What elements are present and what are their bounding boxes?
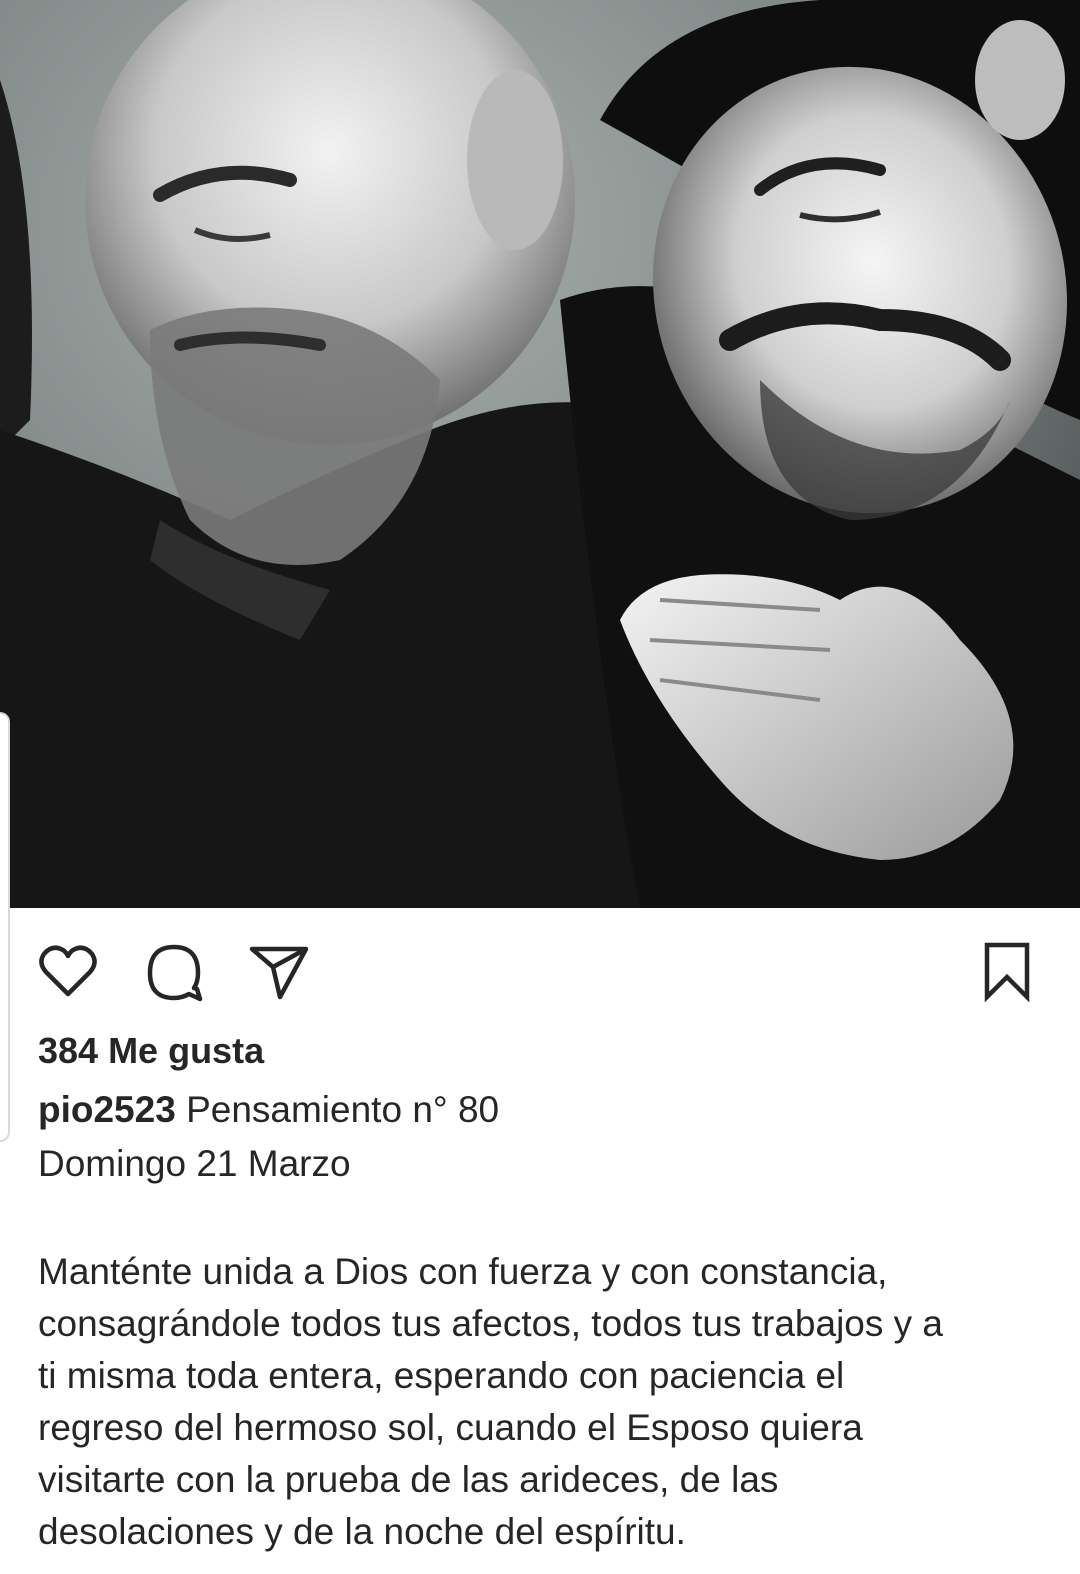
caption-line: ti misma toda entera, esperando con paci…	[38, 1355, 845, 1396]
bookmark-outline-icon	[984, 942, 1030, 1003]
caption-title: Pensamiento n° 80	[186, 1089, 500, 1130]
caption-line: desolaciones y de la noche del espíritu.	[38, 1511, 686, 1552]
share-button[interactable]	[243, 936, 313, 1006]
caption-line: regreso del hermoso sol, cuando el Espos…	[38, 1407, 863, 1448]
likes-count[interactable]: 384 Me gusta	[38, 1030, 264, 1072]
post-action-bar	[0, 908, 1080, 1028]
save-button[interactable]	[972, 936, 1042, 1006]
photo-illustration	[0, 0, 1080, 908]
paper-plane-icon	[249, 946, 309, 1000]
post-image[interactable]	[0, 0, 1080, 908]
caption-date: Domingo 21 Marzo	[38, 1143, 351, 1184]
caption-body: Manténte unida a Dios con fuerza y con c…	[38, 1246, 1058, 1558]
heart-outline-icon	[39, 945, 97, 997]
like-button[interactable]	[33, 936, 103, 1006]
caption-line: Manténte unida a Dios con fuerza y con c…	[38, 1251, 888, 1292]
caption-username[interactable]: pio2523	[38, 1089, 176, 1130]
comment-button[interactable]	[139, 936, 209, 1006]
speech-bubble-icon	[147, 944, 203, 1002]
caption-header: pio2523 Pensamiento n° 80	[38, 1088, 499, 1132]
caption-line: visitarte con la prueba de las arideces,…	[38, 1459, 779, 1500]
caption-line: consagrándole todos tus afectos, todos t…	[38, 1303, 944, 1344]
